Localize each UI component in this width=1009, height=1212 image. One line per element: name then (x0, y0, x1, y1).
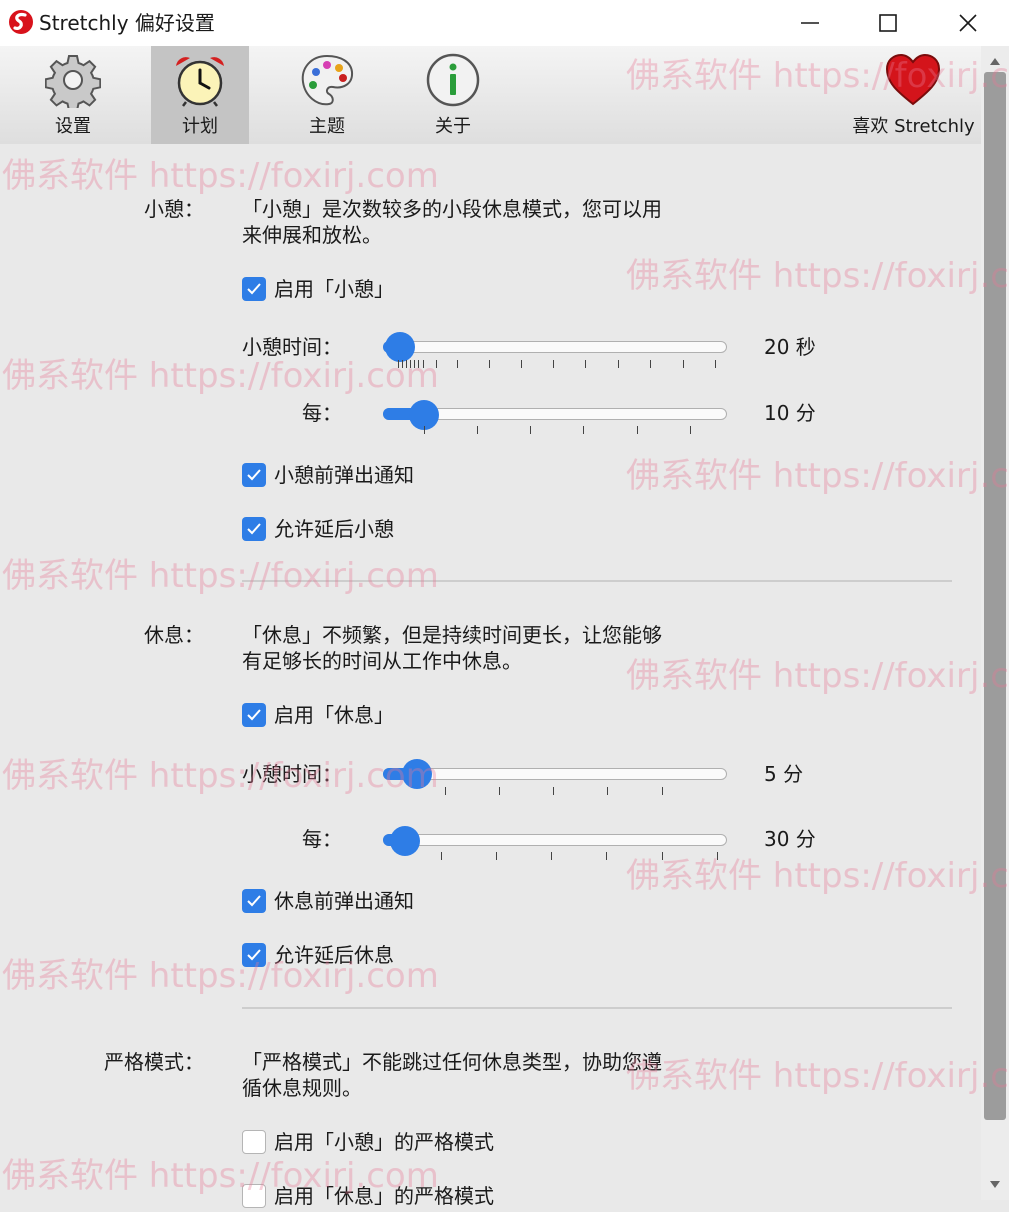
alarm-clock-icon (176, 57, 224, 107)
minimize-button[interactable] (770, 0, 850, 46)
tab-schedule-label: 计划 (182, 116, 218, 137)
watermark-text: 佛系软件 https://foxirj.com (626, 856, 1009, 896)
watermark-text: 佛系软件 https://foxirj.com (2, 556, 439, 596)
mini-break-postpone-label: 允许延后小憩 (274, 517, 394, 541)
enable-long-break-label: 启用「休息」 (274, 703, 394, 727)
long-break-description-line2: 有足够长的时间从工作中休息。 (242, 649, 522, 673)
mini-break-duration-label: 小憩时间： (242, 335, 342, 359)
checkbox-checked[interactable] (242, 517, 266, 541)
vertical-scrollbar[interactable] (981, 46, 1009, 1200)
minimize-icon (801, 22, 819, 24)
section-divider (242, 580, 952, 582)
preferences-toolbar: 设置 计划 主题 关于 喜欢 Stretchly (0, 46, 981, 144)
scroll-down-arrow-icon[interactable] (989, 1180, 1001, 1190)
checkbox-unchecked[interactable] (242, 1184, 266, 1208)
checkmark-icon (247, 709, 261, 721)
long-break-section-label: 休息： (144, 623, 204, 647)
tab-schedule[interactable]: 计划 (151, 46, 249, 144)
checkmark-icon (247, 469, 261, 481)
palette-icon (301, 54, 354, 106)
scroll-up-arrow-icon[interactable] (989, 56, 1001, 66)
checkbox-checked[interactable] (242, 703, 266, 727)
checkmark-icon (247, 949, 261, 961)
mini-break-section-label: 小憩： (144, 197, 204, 221)
like-stretchly-button[interactable]: 喜欢 Stretchly (846, 46, 981, 144)
watermark-text: 佛系软件 https://foxirj.com (626, 256, 1009, 296)
mini-break-interval-value: 10 分 (764, 401, 816, 425)
title-bar: Stretchly 偏好设置 (0, 0, 1009, 46)
watermark-text: 佛系软件 https://foxirj.com (2, 356, 439, 396)
watermark-text: 佛系软件 https://foxirj.com (2, 756, 439, 796)
mini-break-duration-track[interactable] (383, 341, 727, 353)
strict-mini-break-label: 启用「小憩」的严格模式 (274, 1130, 494, 1154)
long-break-interval-thumb[interactable] (390, 826, 420, 856)
tab-about-label: 关于 (435, 116, 471, 137)
checkbox-checked[interactable] (242, 463, 266, 487)
long-break-interval-track[interactable] (383, 834, 727, 846)
mini-break-description-line1: 「小憩」是次数较多的小段休息模式，您可以用 (242, 197, 662, 221)
tab-settings-label: 设置 (55, 116, 91, 137)
mini-break-duration-thumb[interactable] (385, 332, 415, 362)
mini-break-description-line2: 来伸展和放松。 (242, 223, 382, 247)
tab-theme-label: 主题 (309, 116, 345, 137)
maximize-icon (879, 14, 897, 32)
close-button[interactable] (928, 0, 1008, 46)
like-stretchly-label: 喜欢 Stretchly (852, 116, 975, 137)
mini-break-interval-label: 每： (302, 401, 342, 425)
strict-mode-description: 「严格模式」不能跳过任何休息类型，协助您遵 循休息规则。 (242, 1049, 732, 1101)
long-break-duration-label: 小憩时间： (242, 762, 342, 786)
long-break-interval-value: 30 分 (764, 827, 816, 851)
checkbox-checked[interactable] (242, 889, 266, 913)
enable-mini-break-label: 启用「小憩」 (274, 277, 394, 301)
mini-break-duration-value: 20 秒 (764, 335, 816, 359)
tab-about[interactable]: 关于 (404, 46, 502, 144)
maximize-button[interactable] (848, 0, 928, 46)
window-title: Stretchly 偏好设置 (39, 11, 215, 35)
strict-long-break-label: 启用「休息」的严格模式 (274, 1184, 494, 1208)
strict-mode-section-label: 严格模式： (104, 1050, 204, 1074)
heart-icon (885, 53, 941, 106)
long-break-postpone-label: 允许延后休息 (274, 943, 394, 967)
watermark-text: 佛系软件 https://foxirj.com (626, 456, 1009, 496)
long-break-duration-value: 5 分 (764, 762, 804, 786)
strict-mode-description-line2: 循休息规则。 (242, 1076, 362, 1100)
checkmark-icon (247, 283, 261, 295)
long-break-duration-track[interactable] (383, 768, 727, 780)
long-break-description-line1: 「休息」不频繁，但是持续时间更长，让您能够 (242, 623, 662, 647)
strict-mode-description-line1: 「严格模式」不能跳过任何休息类型，协助您遵 (242, 1050, 662, 1074)
long-break-duration-thumb[interactable] (402, 759, 432, 789)
long-break-description: 「休息」不频繁，但是持续时间更长，让您能够 有足够长的时间从工作中休息。 (242, 622, 732, 674)
section-divider (242, 1007, 952, 1009)
checkbox-unchecked[interactable] (242, 1130, 266, 1154)
checkbox-checked[interactable] (242, 277, 266, 301)
mini-break-description: 「小憩」是次数较多的小段休息模式，您可以用 来伸展和放松。 (242, 196, 732, 248)
tab-settings[interactable]: 设置 (24, 46, 122, 144)
long-break-interval-label: 每： (302, 827, 342, 851)
watermark-text: 佛系软件 https://foxirj.com (2, 156, 439, 196)
scrollbar-thumb[interactable] (984, 72, 1006, 1120)
checkmark-icon (247, 523, 261, 535)
info-icon (426, 53, 480, 107)
mini-break-notify-label: 小憩前弹出通知 (274, 463, 414, 487)
long-break-notify-label: 休息前弹出通知 (274, 889, 414, 913)
checkmark-icon (247, 895, 261, 907)
tab-theme[interactable]: 主题 (278, 46, 376, 144)
close-icon (959, 14, 977, 32)
checkbox-checked[interactable] (242, 943, 266, 967)
stretchly-logo-icon (9, 10, 33, 34)
gear-icon (45, 55, 101, 108)
